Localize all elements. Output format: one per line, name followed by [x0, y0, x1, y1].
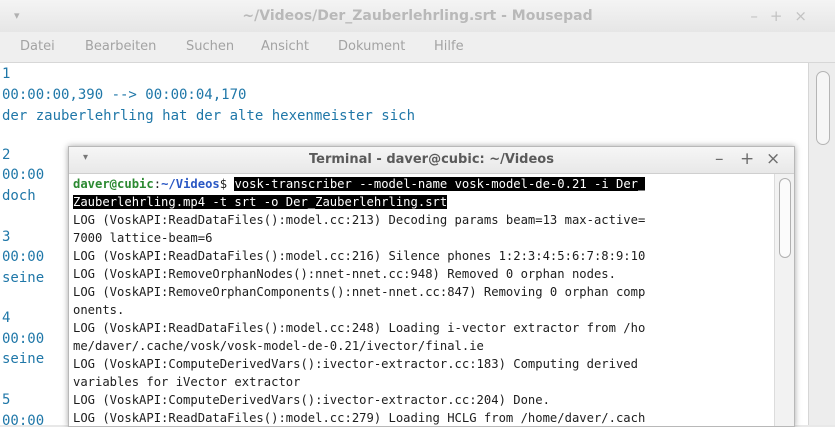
editor-scrollbar-thumb[interactable]	[816, 71, 830, 145]
terminal-log-line: onents.	[73, 303, 125, 317]
editor-line: seine	[2, 351, 45, 367]
terminal-log-line: me/daver/.cache/vosk/vosk-model-de-0.21/…	[73, 339, 484, 353]
editor-line: 3	[2, 229, 11, 245]
terminal-scrollbar-thumb[interactable]	[779, 178, 791, 258]
menu-dokument[interactable]: Dokument	[338, 39, 405, 54]
menu-ansicht[interactable]: Ansicht	[261, 39, 309, 54]
terminal-log-line: LOG (VoskAPI:ReadDataFiles():model.cc:21…	[73, 213, 646, 227]
editor-line: seine	[2, 270, 45, 286]
mousepad-titlebar[interactable]: ▾ ~/Videos/Der_Zauberlehrling.srt - Mous…	[0, 0, 835, 32]
editor-line: 00:00:00,390 --> 00:00:04,170	[2, 87, 247, 103]
editor-line: 00:00	[2, 413, 45, 425]
terminal-log-line: LOG (VoskAPI:ComputeDerivedVars():ivecto…	[73, 393, 550, 407]
editor-line: 2	[2, 147, 11, 163]
prompt-separator: :	[153, 177, 162, 191]
menu-hilfe[interactable]: Hilfe	[434, 39, 464, 54]
terminal-log-line: LOG (VoskAPI:RemoveOrphanNodes():nnet-nn…	[73, 267, 616, 281]
terminal-window: ▾ Terminal - daver@cubic: ~/Videos – + ×…	[68, 146, 795, 427]
terminal-log-line: LOG (VoskAPI:ReadDataFiles():model.cc:24…	[73, 321, 646, 335]
terminal-prompt-line: daver@cubic:~/Videos$ vosk-transcriber -…	[73, 177, 646, 191]
maximize-icon[interactable]: +	[770, 7, 795, 25]
menu-datei[interactable]: Datei	[20, 39, 55, 54]
terminal-log-line: LOG (VoskAPI:RemoveOrphanComponents():nn…	[73, 285, 646, 299]
terminal-log-line: LOG (VoskAPI:ComputeDerivedVars():ivecto…	[73, 357, 638, 371]
terminal-minimize-icon[interactable]: –	[715, 149, 724, 169]
editor-line: 4	[2, 310, 11, 326]
close-icon[interactable]: ×	[794, 7, 819, 25]
terminal-log-line: LOG (VoskAPI:ReadDataFiles():model.cc:21…	[73, 249, 646, 263]
terminal-title: Terminal - daver@cubic: ~/Videos	[309, 152, 554, 167]
editor-scrollbar[interactable]	[808, 63, 835, 425]
editor-line: 5	[2, 392, 11, 408]
terminal-output[interactable]: daver@cubic:~/Videos$ vosk-transcriber -…	[69, 174, 774, 426]
minimize-icon[interactable]: –	[750, 7, 770, 25]
terminal-log-line: 7000 lattice-beam=6	[73, 231, 213, 245]
editor-line: der zauberlehrling hat der alte hexenmei…	[2, 108, 416, 124]
prompt-symbol: $	[219, 177, 235, 191]
terminal-log-line: LOG (VoskAPI:ReadDataFiles():model.cc:27…	[73, 411, 646, 425]
menubar: Datei Bearbeiten Suchen Ansicht Dokument…	[0, 32, 835, 63]
editor-line: 00:00	[2, 249, 45, 265]
command-text: vosk-transcriber --model-name vosk-model…	[234, 177, 646, 191]
terminal-maximize-icon[interactable]: +	[740, 149, 754, 169]
terminal-log-line: variables for iVector extractor	[73, 375, 301, 389]
terminal-command-line: Zauberlehrling.mp4 -t srt -o Der_Zauberl…	[73, 195, 448, 209]
menu-bearbeiten[interactable]: Bearbeiten	[85, 39, 156, 54]
editor-line: doch	[2, 188, 36, 204]
editor-line: 1	[2, 66, 11, 82]
terminal-close-icon[interactable]: ×	[766, 149, 780, 169]
terminal-titlebar[interactable]: ▾ Terminal - daver@cubic: ~/Videos – + ×	[69, 147, 794, 174]
window-controls: –+×	[750, 7, 819, 25]
editor-line: 00:00	[2, 167, 45, 183]
menu-suchen[interactable]: Suchen	[186, 39, 234, 54]
window-title: ~/Videos/Der_Zauberlehrling.srt - Mousep…	[242, 8, 593, 24]
terminal-scrollbar[interactable]	[774, 174, 794, 426]
command-text-continued: Zauberlehrling.mp4 -t srt -o Der_Zauberl…	[73, 195, 448, 209]
prompt-directory: ~/Videos	[161, 177, 220, 191]
editor-line: 00:00	[2, 331, 45, 347]
prompt-user-host: daver@cubic	[73, 177, 154, 191]
